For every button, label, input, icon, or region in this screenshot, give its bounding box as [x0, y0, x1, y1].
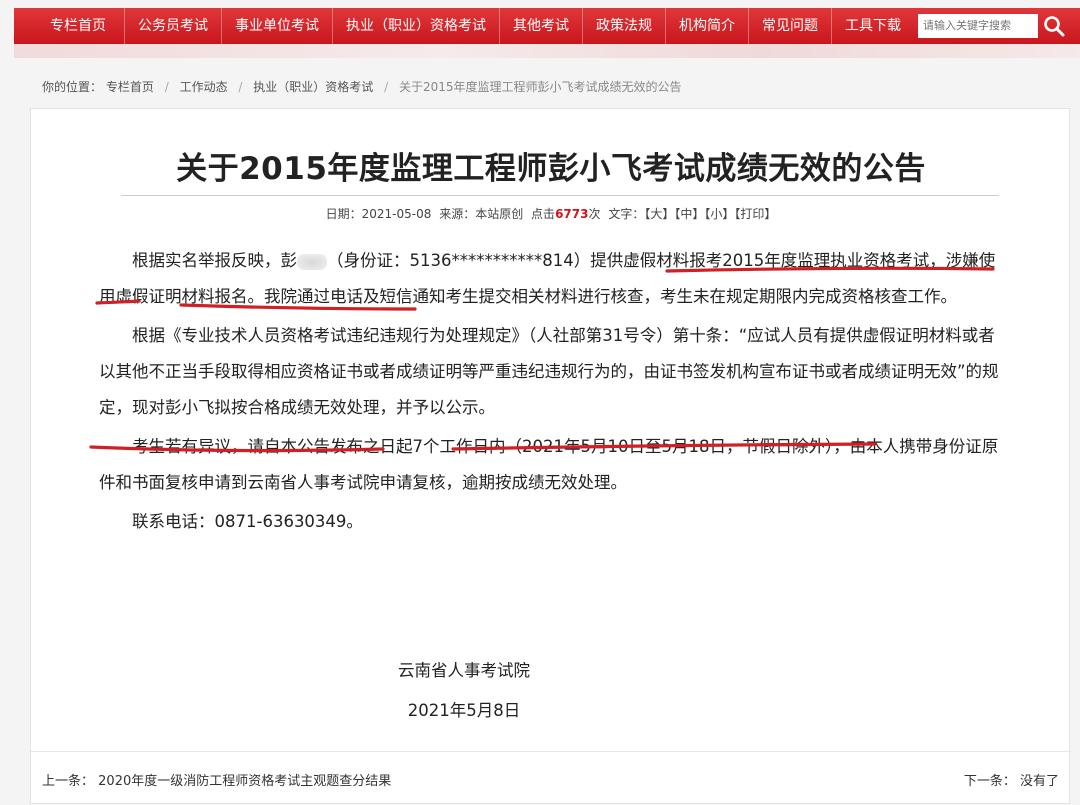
nav-item-qualification[interactable]: 执业（职业）资格考试 — [333, 8, 500, 44]
source-label: 来源： — [439, 207, 476, 221]
breadcrumb-current: 关于2015年度监理工程师彭小飞考试成绩无效的公告 — [399, 80, 682, 94]
font-medium-link[interactable]: 【中】 — [674, 207, 704, 221]
article-body: 根据实名举报反映，彭 （身份证：5136***********814）提供虚假材料… — [99, 243, 999, 543]
breadcrumb-separator: / — [164, 80, 169, 94]
nav-item-home[interactable]: 专栏首页 — [14, 8, 125, 44]
previous-article: 上一条： 2020年度一级消防工程师资格考试主观题查分结果 — [42, 770, 391, 789]
next-article: 下一条： 没有了 — [964, 770, 1059, 789]
nav-item-faq[interactable]: 常见问题 — [749, 8, 832, 44]
paragraph-2: 根据《专业技术人员资格考试违纪违规行为处理规定》（人社部第31号令）第十条：“应… — [99, 326, 999, 417]
signing-date: 2021年5月8日 — [407, 701, 521, 720]
breadcrumb-link-home[interactable]: 专栏首页 — [106, 80, 154, 94]
search-button[interactable] — [1039, 12, 1069, 40]
paragraph-1: 根据实名举报反映，彭 （身份证：5136***********814）提供虚假材料… — [99, 243, 999, 315]
next-article-text: 没有了 — [1019, 774, 1059, 789]
redacted-name — [297, 253, 327, 270]
nav-item-policies[interactable]: 政策法规 — [583, 8, 666, 44]
breadcrumb-link-category[interactable]: 执业（职业）资格考试 — [253, 80, 373, 94]
article-nav: 上一条： 2020年度一级消防工程师资格考试主观题查分结果 下一条： 没有了 — [31, 751, 1071, 805]
font-large-link[interactable]: 【大】 — [644, 207, 674, 221]
hit-count: 6773 — [555, 207, 589, 221]
article-title: 关于2015年度监理工程师彭小飞考试成绩无效的公告 — [176, 151, 926, 187]
paragraph-4: 联系电话：0871-63630349。 — [132, 512, 363, 531]
nav-item-other-exams[interactable]: 其他考试 — [500, 8, 583, 44]
print-link[interactable]: 【打印】 — [734, 207, 776, 221]
source-value: 本站原创 — [475, 207, 524, 221]
issuing-organization: 云南省人事考试院 — [398, 661, 530, 680]
header-decoration — [14, 44, 1080, 58]
hits-label: 点击 — [531, 207, 556, 221]
nav-item-public-institution[interactable]: 事业单位考试 — [222, 8, 333, 44]
search-box — [918, 12, 1069, 40]
previous-label: 上一条： — [42, 774, 95, 789]
title-divider — [121, 195, 999, 196]
search-input[interactable] — [918, 14, 1038, 38]
font-size-label: 文字： — [608, 207, 645, 221]
article-card: 关于2015年度监理工程师彭小飞考试成绩无效的公告 日期：2021-05-08 … — [30, 108, 1071, 805]
nav-item-about[interactable]: 机构简介 — [666, 8, 749, 44]
previous-article-link[interactable]: 2020年度一级消防工程师资格考试主观题查分结果 — [98, 774, 391, 789]
next-label: 下一条： — [963, 774, 1016, 789]
search-icon — [1044, 16, 1065, 37]
nav-item-downloads[interactable]: 工具下载 — [832, 8, 914, 44]
breadcrumb-separator: / — [238, 80, 243, 94]
paragraph-1-lead: 根据实名举报反映，彭 — [132, 251, 297, 270]
paragraph-3: 考生若有异议，请自本公告发布之日起7个工作日内（2021年5月10日至5月18日… — [99, 437, 999, 492]
font-small-link[interactable]: 【小】 — [704, 207, 734, 221]
breadcrumb-link-news[interactable]: 工作动态 — [180, 80, 228, 94]
article-meta: 日期：2021-05-08 来源：本站原创 点击6773次 文字：【大】【中】【… — [31, 205, 1071, 222]
nav-item-civil-service[interactable]: 公务员考试 — [125, 8, 222, 44]
top-nav: 专栏首页 公务员考试 事业单位考试 执业（职业）资格考试 其他考试 政策法规 机… — [14, 8, 1080, 44]
breadcrumb-separator: / — [384, 80, 389, 94]
hits-unit: 次 — [588, 207, 601, 221]
breadcrumb: 你的位置： 专栏首页 / 工作动态 / 执业（职业）资格考试 / 关于2015年… — [42, 78, 682, 95]
date-label: 日期： — [325, 207, 362, 221]
breadcrumb-prefix: 你的位置： — [42, 80, 103, 94]
publish-date: 2021-05-08 — [361, 207, 432, 221]
